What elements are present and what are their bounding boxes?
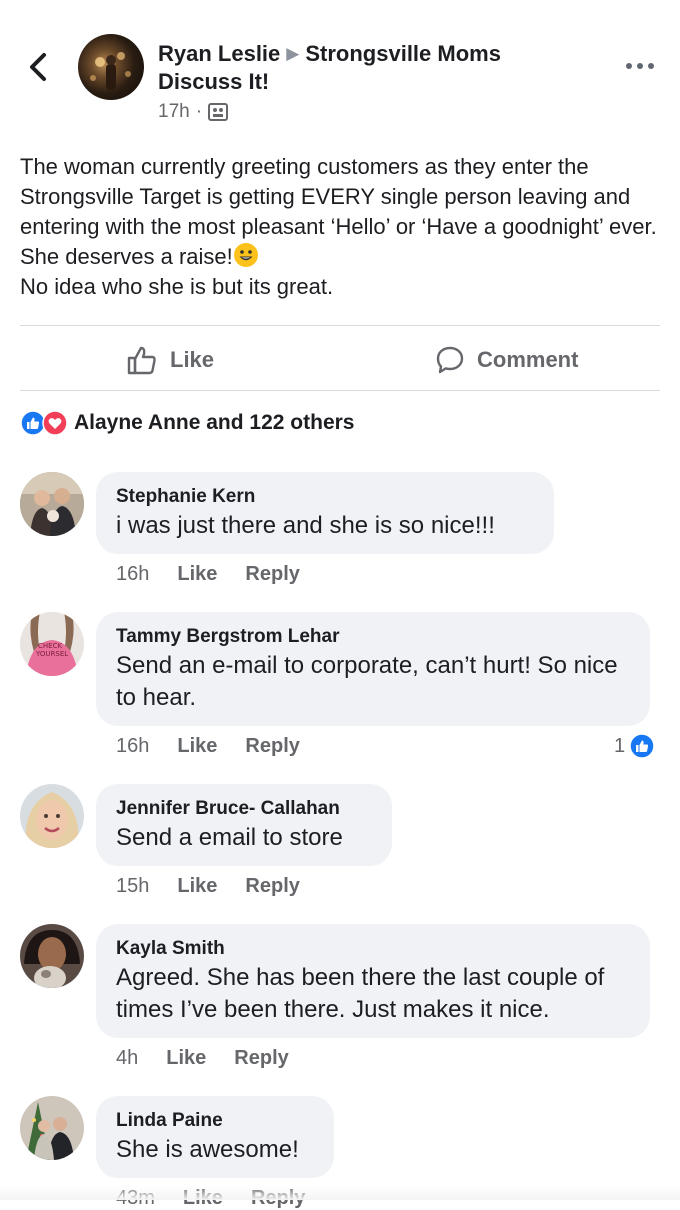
post-time[interactable]: 17h [158,101,190,123]
post-header-title: Ryan Leslie ▶ Strongsville Moms Discuss It… [158,40,558,96]
comment-reply-button[interactable]: Reply [245,563,299,586]
comment-author[interactable]: Linda Paine [116,1108,314,1134]
comment-time[interactable]: 15h [116,875,149,898]
comment-actions: 16h Like Reply [116,735,300,758]
comment-author[interactable]: Tammy Bergstrom Lehar [116,624,630,650]
like-button[interactable]: Like [126,340,214,380]
reactions-summary[interactable]: Alayne Anne and 122 others [20,410,354,436]
comment-text: Send a email to store [116,824,343,851]
more-icon [626,63,654,69]
comment-text: Send an e-mail to corporate, can’t hurt!… [116,652,618,711]
like-icon [127,346,156,375]
comment-like-button[interactable]: Like [177,875,217,898]
back-arrow-icon [30,53,46,81]
comment-bubble: Kayla Smith Agreed. She has been there t… [96,924,650,1038]
comment-bubble: Linda Paine She is awesome! [96,1096,334,1178]
comment-reply-button[interactable]: Reply [234,1047,288,1070]
comment-author[interactable]: Kayla Smith [116,936,630,962]
comment-icon [436,346,464,374]
comment-avatar-jennifer[interactable] [20,784,84,848]
triangle-arrow-icon: ▶ [286,44,300,63]
comment-button[interactable]: Comment [435,340,578,380]
reactions-text: Alayne Anne and 122 others [74,411,355,434]
back-button[interactable] [24,50,54,84]
comment-time[interactable]: 4h [116,1047,138,1070]
like-count-number: 1 [614,734,626,757]
comment-author[interactable]: Stephanie Kern [116,484,534,510]
bottom-edge [0,1186,680,1200]
reaction-icons [20,410,68,436]
comment-reply-button[interactable]: Reply [245,875,299,898]
smile-emoji-icon [233,243,258,267]
like-reaction-icon [629,733,655,759]
comment-avatar-kayla[interactable] [20,924,84,988]
meta-separator: · [195,101,203,122]
post-meta: 17h · [158,101,229,123]
comment-reply-button[interactable]: Reply [245,735,299,758]
comment-time[interactable]: 16h [116,735,149,758]
post-text: The woman currently greeting customers a… [20,154,657,269]
more-options-button[interactable] [624,56,656,76]
comment-actions: 4h Like Reply [116,1047,289,1070]
comment-avatar-linda[interactable] [20,1096,84,1160]
divider-top [20,325,660,326]
comment-author[interactable]: Jennifer Bruce- Callahan [116,796,372,822]
author-name-link[interactable]: Ryan Leslie [158,41,280,66]
shirt-text: CHECK [38,642,62,650]
comment-like-button[interactable]: Like [177,735,217,758]
comment-text: She is awesome! [116,1136,299,1163]
post-body: The woman currently greeting customers a… [20,152,665,302]
comment-bubble: Jennifer Bruce- Callahan Send a email to… [96,784,392,866]
photo-icon [208,103,229,121]
comment-like-button[interactable]: Like [166,1047,206,1070]
comment-like-button[interactable]: Like [177,563,217,586]
comment-text: Agreed. She has been there the last coup… [116,964,605,1023]
svg-text:YOURSEL: YOURSEL [35,650,68,658]
comment-bubble: Stephanie Kern i was just there and she … [96,472,554,554]
comment-like-count[interactable]: 1 [614,733,655,759]
divider-bottom [20,390,660,391]
comment-time[interactable]: 16h [116,563,149,586]
comment-avatar-tammy[interactable]: CHECK YOURSEL [20,612,84,676]
like-label: Like [170,347,215,372]
comment-text: i was just there and she is so nice!!! [116,512,495,539]
comment-actions: 15h Like Reply [116,875,300,898]
author-avatar[interactable] [78,34,144,100]
comment-bubble: Tammy Bergstrom Lehar Send an e-mail to … [96,612,650,726]
love-reaction-icon [42,410,68,436]
comment-avatar-stephanie[interactable] [20,472,84,536]
comment-label: Comment [477,347,579,372]
comment-actions: 16h Like Reply [116,563,300,586]
post-text-line2: No idea who she is but its great. [20,274,334,299]
